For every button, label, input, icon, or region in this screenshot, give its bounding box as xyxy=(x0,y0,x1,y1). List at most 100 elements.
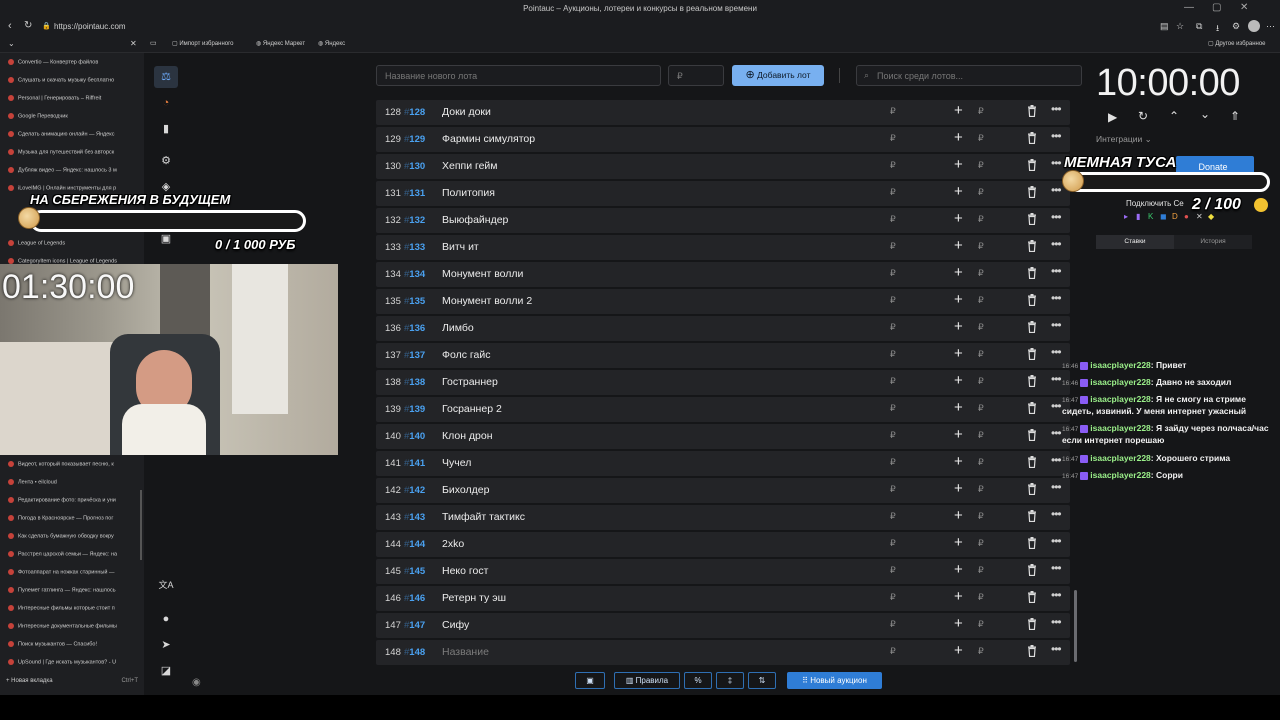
lot-name[interactable]: Лимбо xyxy=(442,322,474,334)
sidebar-scrollbar[interactable] xyxy=(140,490,142,560)
more-options-icon[interactable]: ••• xyxy=(1051,534,1062,548)
lot-row[interactable]: 135 #135 Монумент волли 2 ₽ + ₽ ••• xyxy=(376,289,1070,314)
add-amount-currency[interactable]: ₽ xyxy=(978,511,984,522)
boosty-icon[interactable]: ● xyxy=(1184,212,1189,221)
lot-row[interactable]: 139 #139 Госраннер 2 ₽ + ₽ ••• xyxy=(376,397,1070,422)
rules-button[interactable]: ▥ Правила xyxy=(614,672,680,689)
lot-search-input[interactable]: ⌕ Поиск среди лотов... xyxy=(856,65,1082,86)
lot-name[interactable]: Хеппи гейм xyxy=(442,160,498,172)
sidebar-tab[interactable]: Лента • eilcloud xyxy=(8,479,136,490)
lot-row[interactable]: 128 #128 Доки доки ₽ + ₽ ••• xyxy=(376,100,1070,125)
new-auction-button[interactable]: ⠿ Новый аукцион xyxy=(787,672,882,689)
sidebar-tab[interactable]: Расстрел царской семьи — Яндекс: на xyxy=(8,551,136,562)
theme-icon[interactable]: ◪ xyxy=(154,660,178,682)
sidebar-tab[interactable]: Personal | Генерировать – Riffreit xyxy=(8,95,136,106)
trash-icon[interactable] xyxy=(1027,240,1037,252)
lot-row[interactable]: 130 #130 Хеппи гейм ₽ + ₽ ••• xyxy=(376,154,1070,179)
lot-name[interactable]: 2xko xyxy=(442,538,464,550)
menu-icon[interactable]: ⋯ xyxy=(1266,21,1275,32)
add-amount-currency[interactable]: ₽ xyxy=(978,349,984,360)
more-options-icon[interactable]: ••• xyxy=(1051,129,1062,143)
add-amount-icon[interactable]: + xyxy=(954,453,963,470)
lot-row[interactable]: 137 #137 Фолс гайс ₽ + ₽ ••• xyxy=(376,343,1070,368)
settings-gear-icon[interactable]: ⚙ xyxy=(154,150,178,172)
lot-name[interactable]: Госраннер 2 xyxy=(442,403,502,415)
trash-icon[interactable] xyxy=(1027,591,1037,603)
add-amount-currency[interactable]: ₽ xyxy=(978,457,984,468)
eye-icon[interactable]: ◉ xyxy=(192,677,201,688)
lot-name[interactable]: Монумент волли xyxy=(442,268,523,280)
add-amount-currency[interactable]: ₽ xyxy=(978,295,984,306)
sidebar-tab[interactable]: Как сделать бумажную обводку вокру xyxy=(8,533,136,544)
trash-icon[interactable] xyxy=(1027,483,1037,495)
more-options-icon[interactable]: ••• xyxy=(1051,318,1062,332)
lot-name[interactable]: Ретерн ту эш xyxy=(442,592,506,604)
lot-row[interactable]: 148 #148 Название ₽ + ₽ ••• xyxy=(376,640,1070,665)
lot-amount-currency[interactable]: ₽ xyxy=(890,511,896,522)
more-options-icon[interactable]: ••• xyxy=(1051,372,1062,386)
other-bookmarks[interactable]: ▢ Другое избранное xyxy=(1208,40,1266,47)
trash-icon[interactable] xyxy=(1027,618,1037,630)
translate-icon[interactable]: 文A xyxy=(154,574,178,596)
github-icon[interactable]: ● xyxy=(154,608,178,630)
lot-row[interactable]: 142 #142 Бихолдер ₽ + ₽ ••• xyxy=(376,478,1070,503)
trash-icon[interactable] xyxy=(1027,564,1037,576)
trash-icon[interactable] xyxy=(1027,402,1037,414)
new-lot-amount-input[interactable]: ₽ xyxy=(668,65,724,86)
trash-icon[interactable] xyxy=(1027,321,1037,333)
lot-amount-currency[interactable]: ₽ xyxy=(890,457,896,468)
lot-name[interactable]: Гостраннер xyxy=(442,376,498,388)
more-options-icon[interactable]: ••• xyxy=(1051,291,1062,305)
trash-icon[interactable] xyxy=(1027,348,1037,360)
lot-name[interactable]: Бихолдер xyxy=(442,484,489,496)
add-amount-icon[interactable]: + xyxy=(954,642,963,659)
double-up-icon[interactable]: ⇑ xyxy=(1230,109,1240,123)
add-amount-currency[interactable]: ₽ xyxy=(978,538,984,549)
add-amount-icon[interactable]: + xyxy=(954,561,963,578)
sidebar-tab[interactable]: League of Legends xyxy=(8,240,136,251)
twitch-icon[interactable]: ▮ xyxy=(1136,212,1140,221)
add-amount-currency[interactable]: ₽ xyxy=(978,565,984,576)
trash-icon[interactable] xyxy=(1027,537,1037,549)
trash-icon[interactable] xyxy=(1027,186,1037,198)
maximize-icon[interactable]: ▢ xyxy=(1212,2,1221,13)
lot-amount-currency[interactable]: ₽ xyxy=(890,268,896,279)
downloads-icon[interactable]: ⭳ xyxy=(1216,21,1219,37)
lot-row[interactable]: 141 #141 Чучел ₽ + ₽ ••• xyxy=(376,451,1070,476)
sidebar-tab[interactable]: Convertio — Конвертер файлов xyxy=(8,59,136,70)
sidebar-tab[interactable]: Дубляж видео — Яндекс: нашлось 3 м xyxy=(8,167,136,178)
add-amount-currency[interactable]: ₽ xyxy=(978,403,984,414)
add-amount-icon[interactable]: + xyxy=(954,534,963,551)
save-icon[interactable]: ▣ xyxy=(575,672,605,689)
add-amount-currency[interactable]: ₽ xyxy=(978,592,984,603)
more-options-icon[interactable]: ••• xyxy=(1051,507,1062,521)
lot-name[interactable]: Витч ит xyxy=(442,241,479,253)
add-amount-icon[interactable]: + xyxy=(954,588,963,605)
lot-amount-currency[interactable]: ₽ xyxy=(890,322,896,333)
tab-history[interactable]: История xyxy=(1174,235,1252,249)
more-options-icon[interactable]: ••• xyxy=(1051,264,1062,278)
lots-scrollbar[interactable] xyxy=(1074,590,1077,662)
lot-name[interactable]: Чучел xyxy=(442,457,471,469)
lot-row[interactable]: 144 #144 2xko ₽ + ₽ ••• xyxy=(376,532,1070,557)
minimize-icon[interactable]: — xyxy=(1184,2,1194,13)
add-amount-currency[interactable]: ₽ xyxy=(978,160,984,171)
sidebar-tab[interactable]: Пулемет гатлинга — Яндекс: нашлось xyxy=(8,587,136,598)
lot-row[interactable]: 129 #129 Фармин симулятор ₽ + ₽ ••• xyxy=(376,127,1070,152)
sidebar-tab[interactable]: Музыка для путешествий без авторск xyxy=(8,149,136,160)
trash-icon[interactable] xyxy=(1027,375,1037,387)
lot-amount-currency[interactable]: ₽ xyxy=(890,484,896,495)
lot-amount-currency[interactable]: ₽ xyxy=(890,565,896,576)
add-amount-icon[interactable]: + xyxy=(954,264,963,281)
url-text[interactable]: https://pointauc.com xyxy=(54,22,126,31)
add-amount-icon[interactable]: + xyxy=(954,318,963,335)
trash-icon[interactable] xyxy=(1027,645,1037,657)
trash-icon[interactable] xyxy=(1027,510,1037,522)
add-amount-icon[interactable]: + xyxy=(954,480,963,497)
donation-alerts-icon[interactable]: D xyxy=(1172,212,1178,221)
stats-icon[interactable]: ▮ xyxy=(154,118,178,140)
sidebar-tab[interactable]: Видеот, который показывает песню, к xyxy=(8,461,136,472)
more-options-icon[interactable]: ••• xyxy=(1051,642,1062,656)
more-options-icon[interactable]: ••• xyxy=(1051,183,1062,197)
lot-amount-currency[interactable]: ₽ xyxy=(890,403,896,414)
